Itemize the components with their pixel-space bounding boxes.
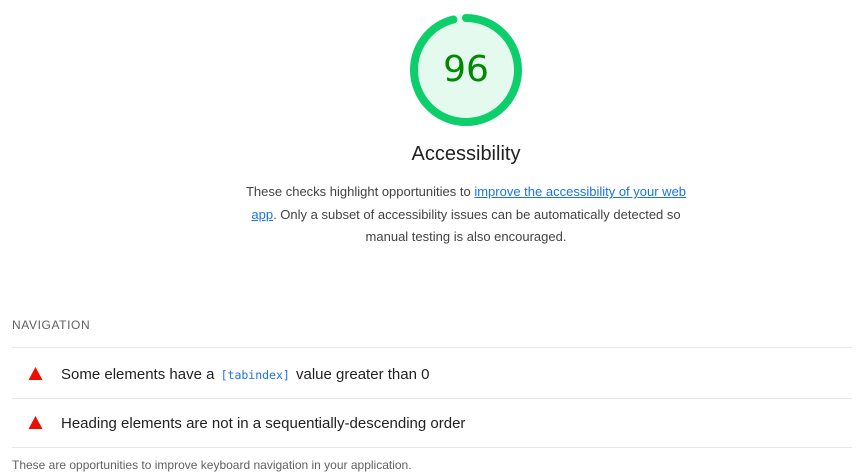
- audit-title-text: Heading elements are not in a sequential…: [61, 414, 466, 432]
- audit-title-text-after: value greater than 0: [291, 365, 430, 383]
- fail-triangle-icon: [28, 366, 43, 381]
- audit-title: Heading elements are not in a sequential…: [61, 415, 465, 432]
- divider: [12, 447, 852, 448]
- audit-code: [tabindex]: [220, 367, 290, 382]
- audit-title-text: Some elements have a: [61, 365, 219, 383]
- audit-row-tabindex[interactable]: Some elements have a [tabindex] value gr…: [12, 350, 852, 398]
- description-text-after: . Only a subset of accessibility issues …: [273, 206, 681, 245]
- audit-row-heading-order[interactable]: Heading elements are not in a sequential…: [12, 399, 852, 447]
- divider: [12, 347, 852, 348]
- description-text-before: These checks highlight opportunities to: [245, 184, 475, 199]
- score-value: 96: [443, 49, 489, 90]
- fail-triangle-icon: [28, 415, 43, 430]
- audit-title: Some elements have a [tabindex] value gr…: [61, 366, 429, 383]
- group-description: These are opportunities to improve keybo…: [12, 458, 412, 472]
- category-description: These checks highlight opportunities to …: [240, 181, 692, 249]
- score-gauge[interactable]: 96: [408, 12, 524, 128]
- category-title: Accessibility: [411, 143, 521, 165]
- group-title: NAVIGATION: [12, 318, 91, 332]
